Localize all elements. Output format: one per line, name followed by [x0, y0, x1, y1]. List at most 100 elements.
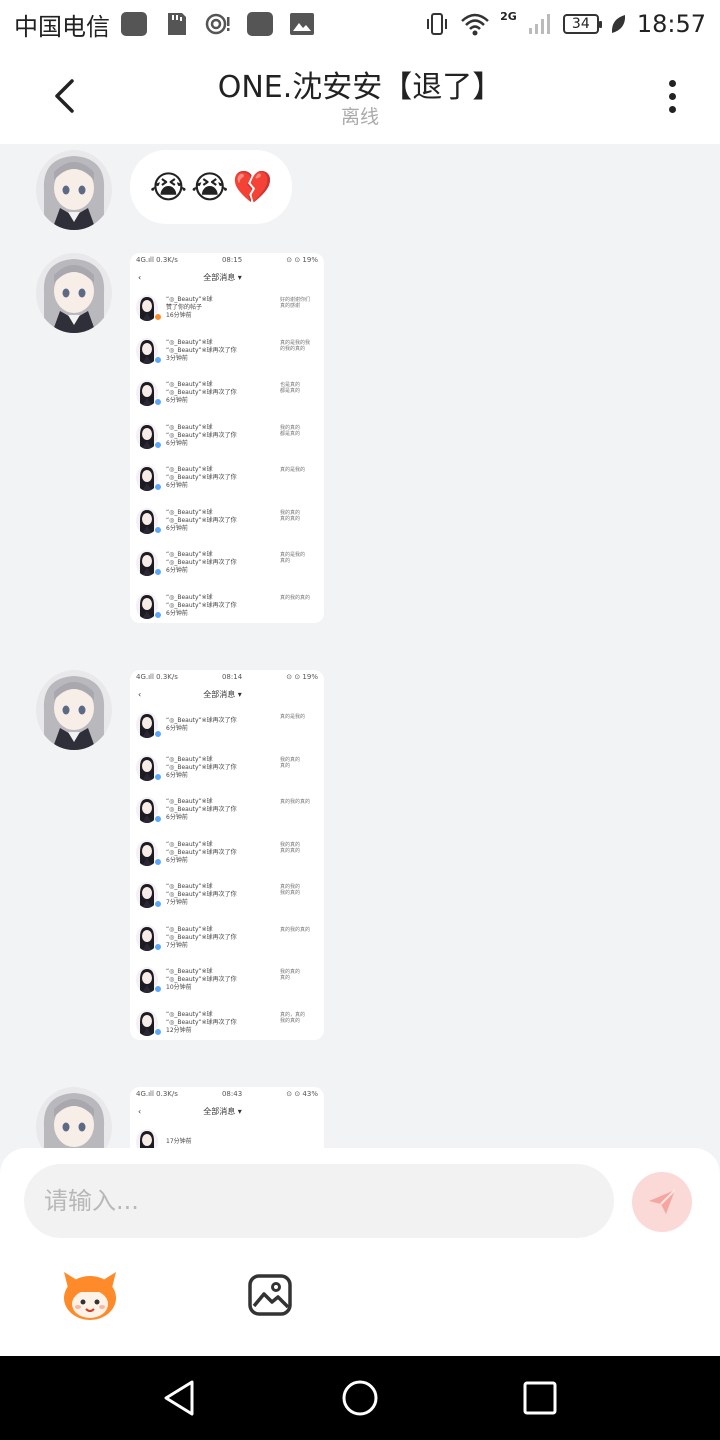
paper-plane-icon: [649, 1189, 676, 1214]
status-right: 2G 34 18:57: [424, 10, 706, 38]
message-composer: [0, 1148, 720, 1356]
notification-preview: 好的谢谢你们 真的感谢: [280, 297, 311, 309]
screenshot-notification-row: “◎_Beauty”※球 赞了你的帖子 16分钟前 好的谢谢你们 真的感谢: [130, 287, 324, 330]
screenshot-status-time: 08:14: [221, 673, 243, 681]
notification-time: 6分钟前: [166, 524, 188, 532]
notification-badge-icon: [154, 900, 162, 908]
notification-badge-icon: [154, 815, 162, 823]
notification-preview: 真的是我的 真的: [280, 552, 306, 564]
notification-badge-icon: [154, 942, 162, 951]
notification-time: 16分钟前: [166, 312, 192, 320]
notification-badge-icon: [154, 772, 162, 781]
screenshot-notification-row: “◎_Beauty”※球 “◎_Beauty”※球再次了你 12分钟前 真的，真的 我…: [130, 1002, 324, 1041]
notification-badge-icon: [154, 398, 162, 406]
notification-time: 6分钟前: [166, 567, 188, 575]
screenshot-notification-row: “◎_Beauty”※球 “◎_Beauty”※球再次了你 7分钟前 真的我的 我的真…: [130, 874, 324, 917]
notification-text-block: “◎_Beauty”※球再次了你 6分钟前: [166, 717, 237, 733]
notification-preview: 我的真的 真的: [280, 756, 301, 769]
screenshot-status-left: 4G.ıll 0.3K/s: [136, 256, 178, 264]
image-picker-button[interactable]: [246, 1272, 294, 1318]
recents-square-icon: [523, 1381, 557, 1415]
hotspot-icon: [205, 13, 230, 35]
notification-badge-icon: [154, 985, 162, 993]
notification-badge-icon: [154, 568, 162, 576]
network-type-label: 2G: [500, 9, 517, 23]
more-vertical-icon: [668, 79, 676, 87]
avatar[interactable]: [36, 253, 112, 333]
avatar[interactable]: [36, 670, 112, 750]
notification-time: 17分钟前: [166, 1138, 192, 1146]
chat-header: ONE.沈安安【退了】 离线: [0, 48, 720, 144]
avatar[interactable]: [36, 1087, 112, 1148]
notification-preview: 我的真的 都是真的: [280, 424, 301, 437]
emoji-message-bubble[interactable]: 😭 😭 💔: [130, 150, 292, 224]
vibrate-icon: [427, 13, 448, 35]
notification-preview: 真的，真的 我的真的: [280, 1011, 306, 1024]
clock: 18:57: [636, 10, 706, 38]
notification-text-block: “◎_Beauty”※球 “◎_Beauty”※球再次了你 6分钟前: [166, 841, 237, 865]
notification-text-block: “◎_Beauty”※球 赞了你的帖子 16分钟前: [166, 296, 213, 320]
screenshot-status-bar: 4G.ıll 0.3K/s 08:43 ⊙ ⊙ 43%: [130, 1087, 324, 1101]
screenshot-status-bar: 4G.ıll 0.3K/s 08:14 ⊙ ⊙ 19%: [130, 670, 324, 684]
nav-recents-button[interactable]: [518, 1376, 562, 1420]
anime-girl-avatar-icon: [36, 670, 112, 750]
notification-name: “◎_Beauty”※球: [166, 508, 213, 516]
avatar[interactable]: [36, 150, 112, 230]
screenshot-notification-row: “◎_Beauty”※球 “◎_Beauty”※球再次了你 7分钟前 真的我的真的: [130, 917, 324, 960]
screenshot-notification-row: “◎_Beauty”※球 “◎_Beauty”※球再次了你 6分钟前 我的真的 真的: [130, 747, 324, 790]
app-icon: [121, 12, 147, 36]
notification-name: “◎_Beauty”※球: [166, 338, 213, 346]
notification-name: “◎_Beauty”※球: [166, 755, 213, 763]
more-options-button[interactable]: [652, 74, 692, 118]
notification-text-block: “◎_Beauty”※球 “◎_Beauty”※球再次了你 6分钟前: [166, 424, 237, 448]
emoji-picker-button[interactable]: [60, 1268, 120, 1324]
online-status: 离线: [340, 106, 379, 128]
image-message[interactable]: 4G.ıll 0.3K/s 08:43 ⊙ ⊙ 43% ‹ 全部消息 ▾ 17分钟前: [130, 1087, 324, 1148]
image-message[interactable]: 4G.ıll 0.3K/s 08:15 ⊙ ⊙ 19% ‹ 全部消息 ▾ “◎_Beaut…: [130, 253, 324, 623]
notification-preview: 也是真的 都是真的: [280, 382, 301, 394]
chevron-left-icon: ‹: [138, 689, 142, 699]
sd-card-icon: [168, 13, 186, 35]
screenshot-status-left: 4G.ıll 0.3K/s: [136, 1090, 178, 1098]
send-button[interactable]: [632, 1172, 692, 1232]
message-list[interactable]: 😭 😭 💔 4G.ıll 0.3K/s 08:15 ⊙ ⊙ 19% ‹ 全部消息 ▾ “◎…: [0, 144, 720, 1148]
screenshot-status-time: 08:43: [221, 1090, 243, 1098]
screenshot-notification-row: “◎_Beauty”※球 “◎_Beauty”※球再次了你 6分钟前 我的真的 真的真…: [130, 832, 324, 875]
notification-preview: 真的是我的我 的我的真的: [280, 339, 311, 352]
screenshot-notification-row: “◎_Beauty”※球 “◎_Beauty”※球再次了你 6分钟前 真的我的真的: [130, 789, 324, 832]
screenshot-header: ‹ 全部消息 ▾: [130, 684, 324, 704]
status-bar: 中国电信 2G 34 18:57: [0, 0, 720, 48]
screenshot-notification-row: “◎_Beauty”※球再次了你 6分钟前 真的是我的: [130, 704, 324, 747]
screenshot-title: 全部消息 ▾: [203, 272, 242, 282]
chevron-left-icon: ‹: [138, 1106, 142, 1116]
screenshot-notification-row: “◎_Beauty”※球 “◎_Beauty”※球再次了你 10分钟前 我的真的 真的: [130, 959, 324, 1002]
notification-text: “◎_Beauty”※球再次了你: [166, 1018, 237, 1026]
notification-preview: 真的我的真的: [280, 926, 311, 933]
nav-home-button[interactable]: [338, 1376, 382, 1420]
screenshot-notification-row: “◎_Beauty”※球 “◎_Beauty”※球再次了你 6分钟前 我的真的 都是真…: [130, 415, 324, 458]
notification-time: 7分钟前: [166, 941, 188, 949]
notification-text-block: “◎_Beauty”※球 “◎_Beauty”※球再次了你 6分钟前: [166, 509, 237, 533]
crying-emoji: 😭: [191, 168, 229, 206]
wifi-icon: [461, 13, 489, 36]
notification-time: 6分钟前: [166, 856, 188, 864]
nav-back-button[interactable]: [158, 1376, 202, 1420]
message-input[interactable]: [24, 1164, 614, 1238]
notification-text-block: “◎_Beauty”※球 “◎_Beauty”※球再次了你 12分钟前: [166, 1011, 237, 1035]
screenshot-notification-row: “◎_Beauty”※球 “◎_Beauty”※球再次了你 3分钟前 真的是我的我 的…: [130, 330, 324, 373]
screenshot-header: ‹ 全部消息 ▾: [130, 267, 324, 287]
image-message[interactable]: 4G.ıll 0.3K/s 08:14 ⊙ ⊙ 19% ‹ 全部消息 ▾ “◎_Beaut…: [130, 670, 324, 1040]
notification-time: 6分钟前: [166, 397, 188, 405]
notification-preview: 真的我的真的: [280, 799, 311, 805]
notification-time: 6分钟前: [166, 814, 188, 822]
notification-preview: 真的我的真的: [280, 594, 311, 601]
mascot-emoji-icon: [64, 1272, 116, 1320]
notification-preview: 真的是我的: [280, 714, 306, 720]
screenshot-status-right: ⊙ ⊙ 43%: [286, 1090, 318, 1098]
notification-badge-icon: [154, 483, 162, 491]
notification-preview: 真的是我的: [280, 467, 306, 473]
notification-text-block: “◎_Beauty”※球 “◎_Beauty”※球再次了你 6分钟前: [166, 798, 237, 822]
notification-name: “◎_Beauty”※球: [166, 840, 213, 848]
screenshot-notification-row: 17分钟前: [130, 1121, 324, 1148]
notification-time: 6分钟前: [166, 725, 188, 733]
